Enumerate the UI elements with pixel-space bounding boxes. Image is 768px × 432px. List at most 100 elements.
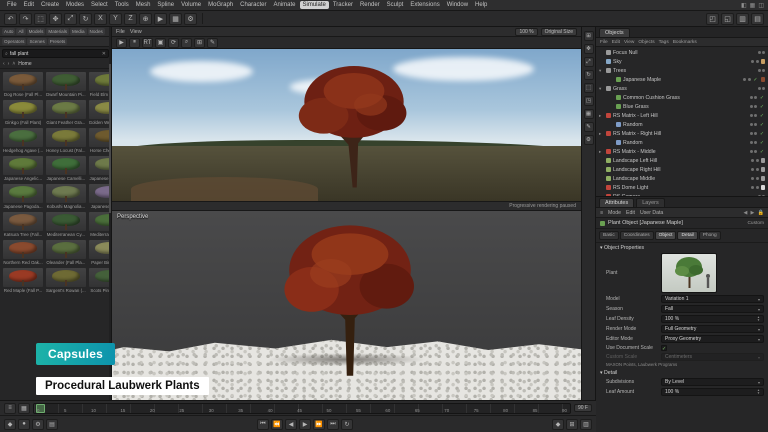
record-tool-icon[interactable]: ⊞ bbox=[566, 419, 578, 430]
object-row[interactable]: ▾ Grass bbox=[596, 84, 768, 93]
asset-filter-tab[interactable]: Operators bbox=[2, 38, 26, 45]
object-row[interactable]: Blue Grass ✓ bbox=[596, 102, 768, 111]
renderview-menu-item[interactable]: File bbox=[116, 29, 125, 35]
plant-asset-item[interactable]: Japanese Larch (F... bbox=[88, 155, 111, 182]
renderview-tool-icon[interactable]: ⏸ bbox=[129, 38, 140, 48]
object-row[interactable]: RS Dome Light bbox=[596, 183, 768, 192]
object-row[interactable]: Common Cushion Grass ✓ bbox=[596, 93, 768, 102]
plant-asset-item[interactable]: Oleander (Fall Pla... bbox=[45, 239, 87, 266]
visibility-dots[interactable] bbox=[751, 168, 759, 171]
section-header[interactable]: ▾ Object Properties bbox=[596, 243, 768, 252]
visibility-dots[interactable] bbox=[750, 114, 758, 117]
menu-item[interactable]: Modes bbox=[63, 1, 87, 9]
renderview-tool-icon[interactable]: ▶ bbox=[116, 38, 127, 48]
render-view-image[interactable] bbox=[112, 49, 581, 201]
toolbar-icon[interactable]: ⬚ bbox=[34, 13, 47, 25]
layout-preset-icon[interactable]: ◰ bbox=[706, 13, 719, 25]
plant-asset-item[interactable]: Dog Rose (Fall Pl... bbox=[2, 71, 44, 98]
object-row[interactable]: Sky bbox=[596, 57, 768, 66]
nav-back-icon[interactable]: ‹ bbox=[3, 61, 5, 67]
visibility-dots[interactable] bbox=[750, 105, 758, 108]
mode-icon[interactable]: ⬚ bbox=[584, 83, 594, 93]
attr-mode-item[interactable]: Mode bbox=[608, 210, 621, 216]
plant-asset-item[interactable]: Northern Red Oak... bbox=[2, 239, 44, 266]
toolbar-icon[interactable]: ⚙ bbox=[184, 13, 197, 25]
object-row[interactable]: Random ✓ bbox=[596, 138, 768, 147]
objects-menu-item[interactable]: Tags bbox=[659, 40, 669, 45]
frame-ruler[interactable]: 051015202530354045505560657075808590 bbox=[33, 403, 571, 414]
attr-section-tab[interactable]: Basic bbox=[599, 231, 619, 240]
object-row[interactable]: Japanese Maple ✓ bbox=[596, 75, 768, 84]
plant-asset-item[interactable]: Japanese Camelli... bbox=[45, 155, 87, 182]
asset-filter-tab[interactable]: Nodes bbox=[88, 28, 105, 35]
layout-preset-icon[interactable]: ▤ bbox=[751, 13, 764, 25]
object-row[interactable]: ▸ RS Matrix - Left Hill ✓ bbox=[596, 111, 768, 120]
enable-check-icon[interactable]: ✓ bbox=[753, 77, 759, 83]
nav-forward-icon[interactable]: › bbox=[8, 61, 10, 67]
plant-asset-item[interactable]: Honey Locust (Fal... bbox=[45, 127, 87, 154]
plant-asset-item[interactable]: Mediterranean Cy... bbox=[45, 211, 87, 238]
plant-asset-item[interactable]: Katsura Tree (Fall... bbox=[2, 211, 44, 238]
layout-preset-icon[interactable]: ◱ bbox=[721, 13, 734, 25]
renderview-menu-item[interactable]: View bbox=[130, 29, 142, 35]
object-row[interactable]: Landscape Right Hill bbox=[596, 165, 768, 174]
attr-section-tab[interactable]: Object bbox=[655, 231, 677, 240]
visibility-dots[interactable] bbox=[758, 69, 766, 72]
toolbar-icon[interactable]: X bbox=[94, 13, 107, 25]
lock-icon[interactable]: 🔒 bbox=[758, 210, 764, 216]
menu-item[interactable]: Help bbox=[472, 1, 490, 9]
record-tool-icon[interactable]: ▥ bbox=[580, 419, 592, 430]
objects-menu-item[interactable]: Bookmarks bbox=[673, 40, 697, 45]
plant-asset-item[interactable]: Japanese Pagoda... bbox=[2, 183, 44, 210]
attr-section-tab[interactable]: Phong bbox=[699, 231, 721, 240]
renderview-tool-icon[interactable]: ⊞ bbox=[194, 38, 205, 48]
editor-mode-dropdown[interactable]: Proxy Geometry▾ bbox=[661, 335, 764, 343]
attributes-tab[interactable]: Layers bbox=[636, 198, 665, 207]
breadcrumb[interactable]: Home bbox=[18, 61, 31, 67]
asset-filter-tab[interactable]: Scenes bbox=[27, 38, 46, 45]
objects-menu-item[interactable]: View bbox=[624, 40, 634, 45]
object-row[interactable]: ▸ RS Matrix - Right Hill ✓ bbox=[596, 129, 768, 138]
end-frame-field[interactable]: 90 F bbox=[574, 404, 592, 412]
tag-chip-icon[interactable] bbox=[761, 59, 766, 64]
renderview-tool-icon[interactable]: ⌕ bbox=[181, 38, 192, 48]
visibility-dots[interactable] bbox=[751, 177, 759, 180]
zoom-level[interactable]: 100 % bbox=[515, 28, 537, 36]
expand-twisty-icon[interactable]: ▸ bbox=[599, 113, 604, 119]
plant-asset-item[interactable]: Ginkgo (Fall Plant) bbox=[2, 99, 44, 126]
attr-section-tab[interactable]: Detail bbox=[677, 231, 697, 240]
record-tool-icon[interactable]: ◆ bbox=[552, 419, 564, 430]
viewport-label[interactable]: Perspective bbox=[117, 214, 148, 220]
keyframe-tool-icon[interactable]: ● bbox=[18, 419, 30, 430]
attributes-tab[interactable]: Attributes bbox=[599, 198, 634, 207]
toolbar-icon[interactable]: ⤢ bbox=[64, 13, 77, 25]
menu-item[interactable]: Tools bbox=[112, 1, 132, 9]
mode-icon[interactable]: ✥ bbox=[584, 44, 594, 54]
toolbar-icon[interactable]: Z bbox=[124, 13, 137, 25]
menu-item[interactable]: Animate bbox=[270, 1, 298, 9]
history-back-icon[interactable]: ◀ bbox=[744, 210, 748, 216]
clear-search-icon[interactable]: ✕ bbox=[102, 51, 106, 57]
transport-button[interactable]: ⏭ bbox=[327, 419, 339, 430]
layout-icon[interactable]: ▦ bbox=[750, 2, 756, 9]
attr-mode-item[interactable]: User Data bbox=[640, 210, 663, 216]
fit-mode-dropdown[interactable]: Original Size bbox=[541, 28, 577, 36]
toolbar-icon[interactable]: ↶ bbox=[4, 13, 17, 25]
asset-filter-tab[interactable]: Media bbox=[70, 28, 87, 35]
visibility-dots[interactable] bbox=[751, 159, 759, 162]
menu-item[interactable]: Volume bbox=[178, 1, 204, 9]
plant-asset-item[interactable]: Dwarf Mountain Pi... bbox=[45, 71, 87, 98]
render-mode-dropdown[interactable]: Full Geometry▾ bbox=[661, 325, 764, 333]
plant-asset-item[interactable]: Sargent's Rowan (... bbox=[45, 267, 87, 294]
mode-icon[interactable]: ⤢ bbox=[584, 57, 594, 67]
custom-ui-label[interactable]: Custom bbox=[747, 221, 764, 226]
visibility-dots[interactable] bbox=[758, 51, 766, 54]
enable-check-icon[interactable]: ✓ bbox=[759, 131, 765, 137]
toolbar-icon[interactable]: ↷ bbox=[19, 13, 32, 25]
renderview-tool-icon[interactable]: ▣ bbox=[155, 38, 166, 48]
keyframe-tool-icon[interactable]: ◆ bbox=[4, 419, 16, 430]
renderview-tool-icon[interactable]: RT bbox=[142, 38, 153, 48]
toolbar-icon[interactable]: ▦ bbox=[169, 13, 182, 25]
mode-icon[interactable]: ▦ bbox=[584, 109, 594, 119]
tag-chip-icon[interactable] bbox=[761, 77, 766, 82]
